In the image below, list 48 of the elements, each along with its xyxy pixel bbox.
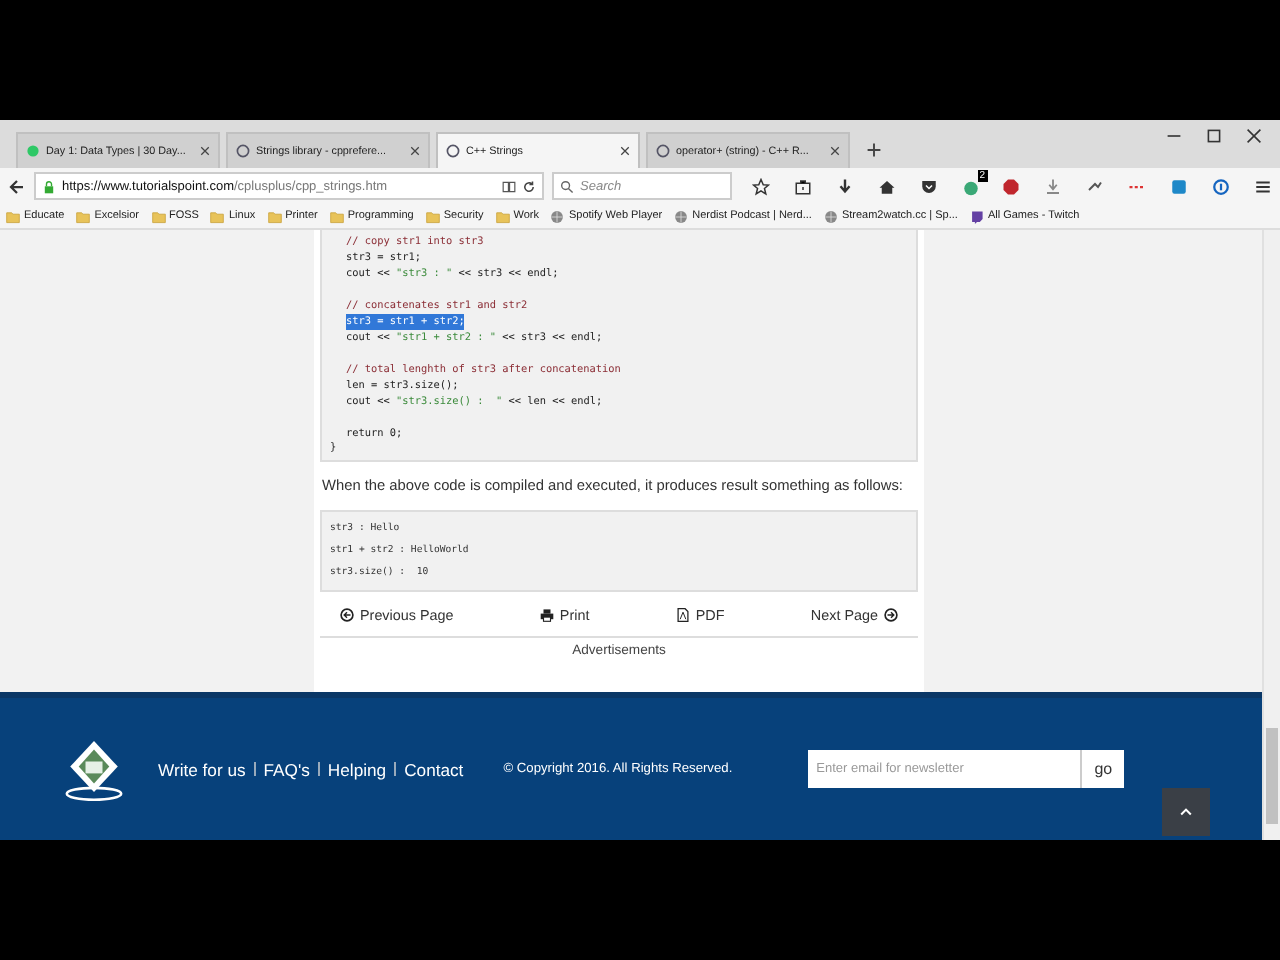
close-icon[interactable]: [1246, 128, 1262, 144]
site-icon: [446, 144, 460, 158]
menu-icon[interactable]: [1253, 177, 1272, 195]
folder-icon: [151, 209, 165, 223]
folder-icon: [425, 209, 440, 223]
briefcase-icon[interactable]: [793, 177, 812, 195]
footer-link[interactable]: FAQ's: [263, 759, 310, 779]
home-icon[interactable]: [877, 177, 896, 195]
right-arrow-icon: [883, 607, 898, 621]
maximize-icon[interactable]: [1206, 128, 1222, 144]
left-arrow-icon: [340, 607, 354, 621]
footer-link[interactable]: Helping: [327, 759, 387, 779]
footer-link[interactable]: Write for us: [158, 759, 246, 779]
new-tab-icon[interactable]: [866, 142, 882, 158]
lock-icon: [42, 179, 56, 193]
download-icon[interactable]: [835, 177, 854, 195]
scrollbar-thumb[interactable]: [1266, 728, 1278, 824]
close-icon[interactable]: [830, 146, 840, 156]
folder-icon: [76, 209, 91, 223]
star-icon[interactable]: [752, 177, 770, 195]
reload-icon[interactable]: [522, 179, 536, 193]
up-caret-icon: [1178, 804, 1194, 820]
password-manager-icon[interactable]: [1211, 177, 1230, 195]
close-icon[interactable]: [620, 146, 630, 156]
globe-icon: [674, 209, 689, 223]
site-icon: [656, 144, 670, 158]
back-icon[interactable]: [8, 177, 26, 195]
reader-view-icon[interactable]: [502, 179, 516, 193]
folder-icon: [6, 209, 20, 223]
folder-icon: [495, 209, 510, 223]
close-icon[interactable]: [410, 146, 420, 156]
globe-icon: [550, 209, 565, 223]
globe-icon: [823, 209, 838, 223]
go-button[interactable]: go: [1080, 750, 1125, 788]
printer-icon: [539, 607, 554, 621]
close-icon[interactable]: [200, 146, 210, 156]
footer-link[interactable]: Contact: [404, 759, 464, 779]
folder-icon: [267, 209, 282, 223]
folder-icon: [210, 209, 225, 223]
scrollbar[interactable]: [1262, 230, 1280, 840]
site-icon: [26, 144, 40, 158]
pocket-icon[interactable]: [919, 177, 938, 195]
document-icon: [675, 607, 690, 621]
site-icon: [236, 144, 250, 158]
folder-icon: [329, 209, 344, 223]
search-icon: [560, 179, 574, 193]
chat-icon: [969, 209, 984, 223]
adblock-icon[interactable]: [1002, 177, 1021, 195]
